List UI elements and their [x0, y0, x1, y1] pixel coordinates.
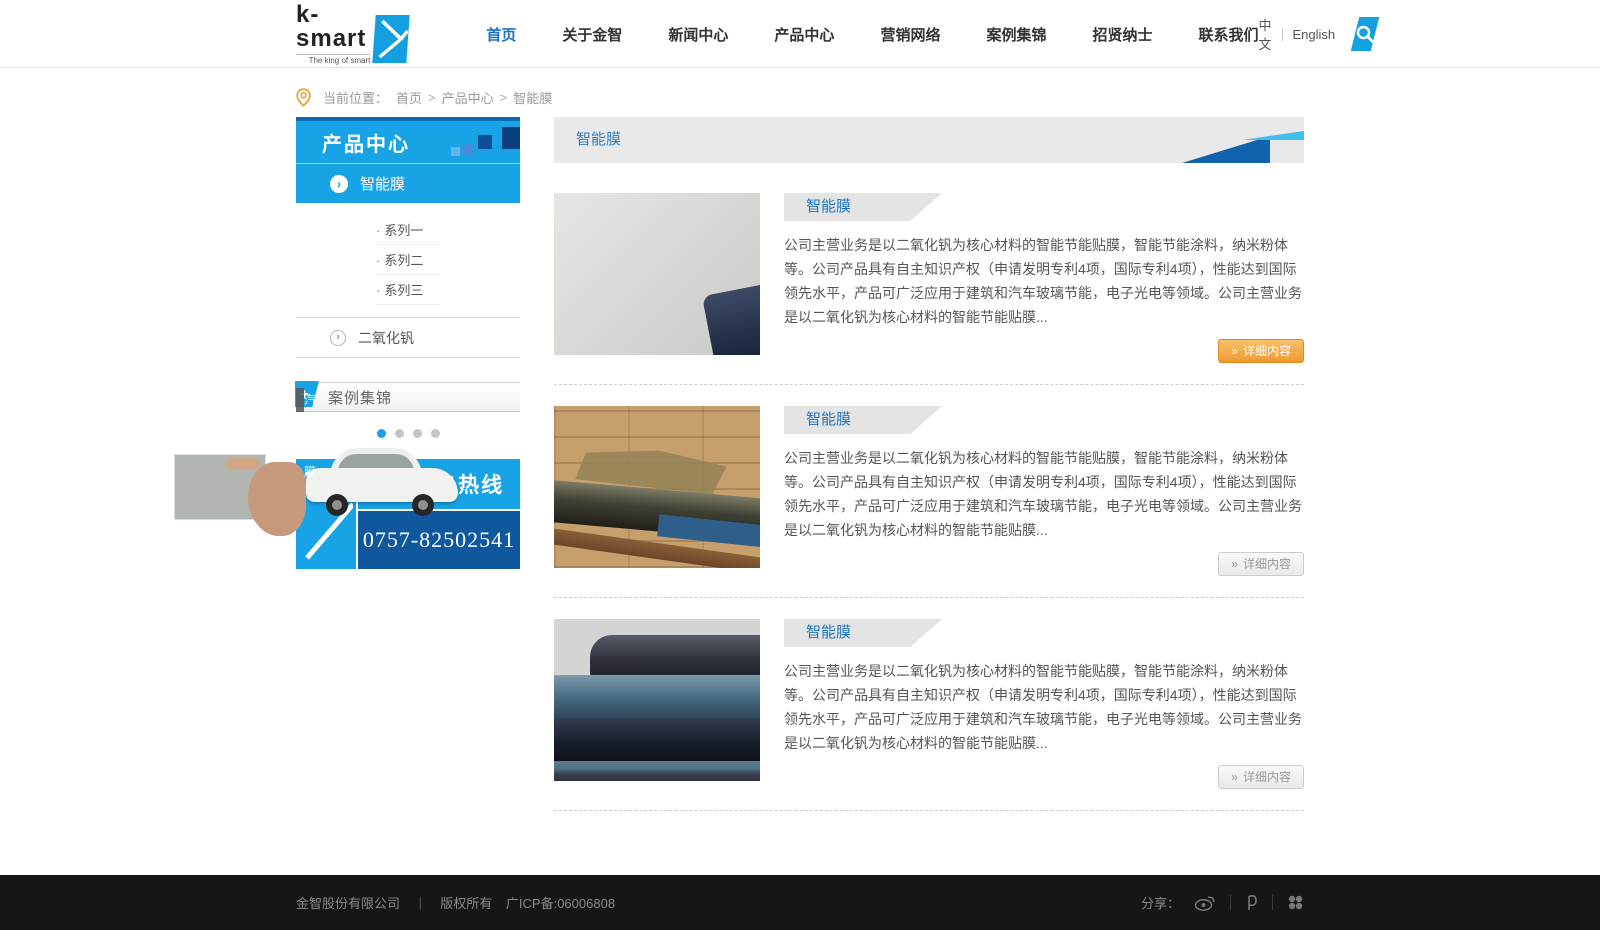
double-arrow-icon: » — [1231, 770, 1238, 784]
cases-title: 案例集锦 — [328, 387, 392, 408]
header: k-smart The king of smart 首页 关于金智 新闻中心 产… — [0, 0, 1600, 68]
product-image-dark-rolls[interactable] — [554, 619, 760, 781]
search-icon — [1355, 24, 1375, 44]
detail-button[interactable]: »详细内容 — [1218, 552, 1304, 576]
pixel-deco — [451, 147, 460, 156]
nav-item-cases[interactable]: 案例集锦 — [986, 24, 1046, 45]
product-menu: 产品中心 › 智能膜 ·系列一 ·系列二 ·系列三 › 二氧化钒 — [296, 117, 520, 358]
cases-widget: + 案例集锦 汽车贴膜 — [296, 382, 520, 438]
product-item: 智能膜 公司主营业务是以二氧化钒为核心材料的智能节能贴膜，智能节能涂料，纳米粉体… — [554, 597, 1304, 810]
chevron-right-icon: › — [330, 330, 346, 346]
detail-button[interactable]: »详细内容 — [1218, 765, 1304, 789]
pin-share-icon[interactable] — [1245, 894, 1258, 911]
nav-item-marketing[interactable]: 营销网络 — [880, 24, 940, 45]
search-button[interactable] — [1351, 17, 1379, 51]
product-list: 智能膜 公司主营业务是以二氧化钒为核心材料的智能节能贴膜，智能节能涂料，纳米粉体… — [554, 172, 1304, 811]
nav-item-news[interactable]: 新闻中心 — [668, 24, 728, 45]
page: k-smart The king of smart 首页 关于金智 新闻中心 产… — [0, 0, 1600, 930]
logo[interactable]: k-smart The king of smart — [296, 3, 408, 65]
breadcrumb-label: 当前位置： — [323, 88, 388, 107]
lang-divider — [1282, 28, 1283, 41]
carousel-dot-3[interactable] — [413, 429, 422, 438]
sidebar: 产品中心 › 智能膜 ·系列一 ·系列二 ·系列三 › 二氧化钒 — [296, 117, 520, 569]
carousel-dot-1[interactable] — [377, 429, 386, 438]
product-image-film-on-wood[interactable] — [554, 406, 760, 568]
nav-item-contact[interactable]: 联系我们 — [1198, 24, 1258, 45]
nav-item-home[interactable]: 首页 — [486, 24, 516, 45]
lang-zh-link[interactable]: 中文 — [1259, 15, 1273, 53]
footer-icp: 广ICP备:06006808 — [506, 896, 615, 911]
cases-header: + 案例集锦 — [296, 382, 520, 412]
triangle-deco-light — [1242, 131, 1304, 140]
product-image-gold-film[interactable] — [554, 193, 760, 355]
sidebar-item-vanadium-dioxide[interactable]: › 二氧化钒 — [296, 318, 520, 358]
logo-tagline: The king of smart — [296, 54, 370, 65]
content: 智能膜 智能膜 公司主营业务是以二氧化钒为核心材料的智能节能贴膜，智能节能涂料，… — [554, 117, 1304, 811]
nav-item-jobs[interactable]: 招贤纳士 — [1092, 24, 1152, 45]
nav-item-products[interactable]: 产品中心 — [774, 24, 834, 45]
main: 产品中心 › 智能膜 ·系列一 ·系列二 ·系列三 › 二氧化钒 — [296, 117, 1304, 811]
nav-item-about[interactable]: 关于金智 — [562, 24, 622, 45]
logo-k-icon — [373, 15, 410, 63]
location-pin-icon — [296, 88, 311, 107]
breadcrumb-current: 智能膜 — [513, 88, 552, 107]
footer-company: 金智股份有限公司 — [296, 896, 400, 911]
product-submenu: ·系列一 ·系列二 ·系列三 — [296, 203, 520, 318]
sidebar-item-smart-film[interactable]: › 智能膜 — [296, 163, 520, 203]
pixel-deco — [502, 127, 520, 149]
pixel-deco — [462, 143, 474, 155]
triangle-deco-dark — [1182, 136, 1270, 163]
sidebar-item-series-1[interactable]: ·系列一 — [376, 217, 440, 245]
clover-share-icon[interactable] — [1287, 894, 1304, 911]
hotline-phone: 0757-82502541 — [358, 511, 520, 569]
footer-rights: 版权所有 — [440, 896, 492, 911]
carousel-dot-4[interactable] — [431, 429, 440, 438]
product-description: 公司主营业务是以二氧化钒为核心材料的智能节能贴膜，智能节能涂料，纳米粉体等。公司… — [784, 659, 1304, 755]
carousel-dots — [296, 429, 520, 438]
share-label: 分享： — [1141, 893, 1180, 912]
copyright: 金智股份有限公司 ｜ 版权所有 广ICP备:06006808 — [296, 893, 625, 912]
lang-en-link[interactable]: English — [1293, 27, 1336, 42]
chevron-right-icon: › — [330, 175, 348, 193]
product-item: 智能膜 公司主营业务是以二氧化钒为核心材料的智能节能贴膜，智能节能涂料，纳米粉体… — [554, 384, 1304, 597]
sidebar-item-series-2[interactable]: ·系列二 — [376, 247, 440, 275]
product-description: 公司主营业务是以二氧化钒为核心材料的智能节能贴膜，智能节能涂料，纳米粉体等。公司… — [784, 233, 1304, 329]
breadcrumb-section[interactable]: 产品中心 — [442, 88, 494, 107]
pixel-deco — [478, 135, 492, 149]
product-menu-header: 产品中心 — [296, 121, 520, 163]
weibo-icon[interactable] — [1194, 894, 1216, 911]
product-title-ribbon: 智能膜 — [784, 406, 942, 434]
carousel-dot-2[interactable] — [395, 429, 404, 438]
breadcrumb: 当前位置： 首页 > 产品中心 > 智能膜 — [296, 88, 1304, 107]
footer: 金智股份有限公司 ｜ 版权所有 广ICP备:06006808 分享： — [0, 875, 1600, 930]
content-header: 智能膜 — [554, 117, 1304, 163]
double-arrow-icon: » — [1231, 557, 1238, 571]
share-bar: 分享： — [1141, 893, 1304, 912]
product-title-ribbon: 智能膜 — [784, 193, 942, 221]
main-nav: 首页 关于金智 新闻中心 产品中心 营销网络 案例集锦 招贤纳士 联系我们 — [486, 24, 1258, 45]
breadcrumb-home[interactable]: 首页 — [396, 88, 422, 107]
product-description: 公司主营业务是以二氧化钒为核心材料的智能节能贴膜，智能节能涂料，纳米粉体等。公司… — [784, 446, 1304, 542]
detail-button[interactable]: »详细内容 — [1218, 339, 1304, 363]
product-item: 智能膜 公司主营业务是以二氧化钒为核心材料的智能节能贴膜，智能节能涂料，纳米粉体… — [554, 172, 1304, 384]
language-switch: 中文 English — [1259, 15, 1336, 53]
product-menu-title: 产品中心 — [322, 128, 410, 157]
logo-name: k-smart — [296, 3, 370, 51]
sidebar-item-series-3[interactable]: ·系列三 — [376, 277, 440, 305]
product-title-ribbon: 智能膜 — [784, 619, 942, 647]
double-arrow-icon: » — [1231, 344, 1238, 358]
